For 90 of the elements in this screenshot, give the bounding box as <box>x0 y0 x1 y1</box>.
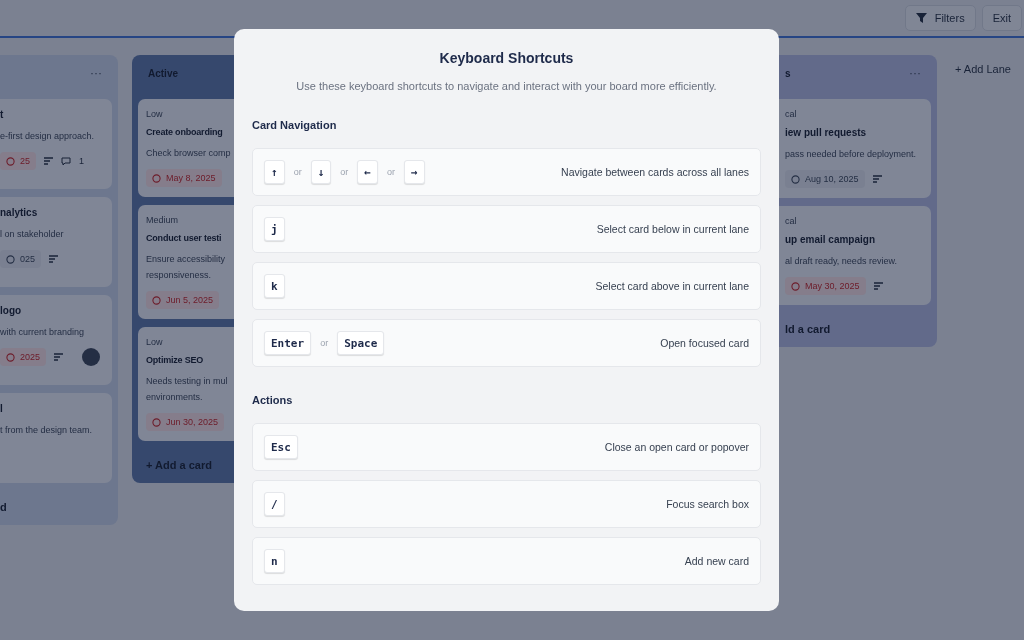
section-title: Actions <box>252 394 294 406</box>
shortcut-description: Select card below in current lane <box>596 223 749 235</box>
key-cap: j <box>264 217 285 241</box>
task-card[interactable]: t e-first design approach. 25 1 <box>0 99 112 189</box>
lane-title: s <box>785 67 791 79</box>
key-cap: Space <box>337 331 385 355</box>
section-title: Card Navigation <box>252 119 338 131</box>
card-title: Conduct user testi <box>146 233 223 243</box>
clock-icon <box>791 174 800 184</box>
comment-icon <box>61 156 71 166</box>
card-title: l <box>0 403 4 414</box>
avatar-circle <box>82 348 100 366</box>
clock-icon <box>152 295 161 305</box>
card-description: Check browser comp <box>146 147 232 160</box>
due-date: 25 <box>0 152 36 170</box>
key-cap: k <box>264 274 285 298</box>
due-date: May 30, 2025 <box>785 277 866 295</box>
due-date: 025 <box>0 250 42 268</box>
filter-icon <box>915 13 927 23</box>
shortcut-description: Select card above in current lane <box>595 280 749 292</box>
separator-text: or <box>386 167 395 177</box>
add-card-button[interactable]: d <box>0 491 112 513</box>
due-date: 2025 <box>0 348 47 366</box>
card-title: iew pull requests <box>785 127 868 138</box>
toolbar-button[interactable]: Exit <box>981 5 1022 31</box>
text-lines-icon <box>54 353 64 361</box>
due-date: Aug 10, 2025 <box>785 170 865 188</box>
clock-icon <box>791 281 800 291</box>
key-cap: ↓ <box>310 160 332 184</box>
key-cap: n <box>264 549 285 573</box>
clock-icon <box>152 173 161 183</box>
priority-label: Low <box>146 109 164 119</box>
card-description: al draft ready, needs review. <box>785 255 898 268</box>
priority-label: Low <box>146 337 164 347</box>
due-date: Jun 30, 2025 <box>146 413 225 431</box>
task-card[interactable]: cal up email campaign al draft ready, needs review. May 30, 2025 <box>779 206 931 305</box>
text-lines-icon <box>873 282 883 290</box>
add-lane-button[interactable]: + Add Lane <box>955 55 1011 75</box>
card-description: e-first design approach. <box>0 130 96 143</box>
shortcut-description: Add new card <box>684 555 749 567</box>
shortcut-description: Open focused card <box>660 337 749 349</box>
card-title: t <box>0 109 5 120</box>
clock-icon <box>6 254 15 264</box>
shortcut-description: Close an open card or popover <box>604 441 749 453</box>
task-card[interactable]: cal iew pull requests pass needed before deployment. Aug 10, 2025 <box>779 99 931 198</box>
text-lines-icon <box>44 157 53 165</box>
lane-title: Active <box>148 67 178 79</box>
task-card[interactable]: l t from the design team. <box>0 393 112 483</box>
shortcut-description: Focus search box <box>666 498 749 510</box>
key-cap: ← <box>357 160 378 184</box>
shortcut-description: Navigate between cards across all lanes <box>561 166 749 178</box>
clock-icon <box>6 352 15 362</box>
toolbar-button[interactable]: Filters <box>904 5 976 31</box>
key-cap: → <box>403 160 425 184</box>
card-description: Needs testing in mul environments. <box>146 375 229 404</box>
task-card[interactable]: logo with current branding 2025 <box>0 295 112 385</box>
priority-label: cal <box>785 109 798 119</box>
separator-text: or <box>340 167 349 177</box>
comment-count: 1 <box>79 156 85 166</box>
key-cap: Esc <box>264 435 298 459</box>
lane-menu-button[interactable]: ··· <box>90 66 102 80</box>
task-card[interactable]: Low Create onboarding Check browser comp May 8, 2025 <box>138 99 234 197</box>
text-lines-icon <box>49 255 59 263</box>
card-description: pass needed before deployment. <box>785 148 918 161</box>
card-description: with current branding <box>0 326 86 339</box>
task-card[interactable]: Medium Conduct user testi Ensure accessibility responsiveness. Jun 5, 2025 <box>138 205 234 319</box>
key-cap: ↑ <box>264 160 285 184</box>
priority-label: Medium <box>146 215 179 225</box>
separator-text: or <box>293 167 302 177</box>
key-cap: Enter <box>264 331 312 355</box>
key-cap: / <box>264 492 285 516</box>
priority-label: cal <box>785 216 798 226</box>
dialog-title: Keyboard Shortcuts <box>438 50 575 66</box>
due-date: May 8, 2025 <box>146 169 222 187</box>
card-title: Create onboarding <box>146 127 224 137</box>
add-card-button[interactable]: ld a card <box>779 313 931 335</box>
card-description: t from the design team. <box>0 424 94 437</box>
card-title: logo <box>0 305 23 316</box>
card-title: nalytics <box>0 207 39 218</box>
clock-icon <box>6 156 15 166</box>
due-date: Jun 5, 2025 <box>146 291 220 309</box>
separator-text: or <box>320 338 329 348</box>
card-description: Ensure accessibility responsiveness. <box>146 253 227 282</box>
lane-menu-button[interactable]: ··· <box>909 66 921 80</box>
dialog-subtitle: Use these keyboard shortcuts to navigate and interact with your board more efficiently. <box>295 80 718 92</box>
text-lines-icon <box>872 175 882 183</box>
card-title: up email campaign <box>785 234 877 245</box>
card-title: Optimize SEO <box>146 355 205 365</box>
task-card[interactable]: Low Optimize SEO Needs testing in mul environments. Jun 30, 2025 <box>138 327 234 441</box>
clock-icon <box>152 417 161 427</box>
